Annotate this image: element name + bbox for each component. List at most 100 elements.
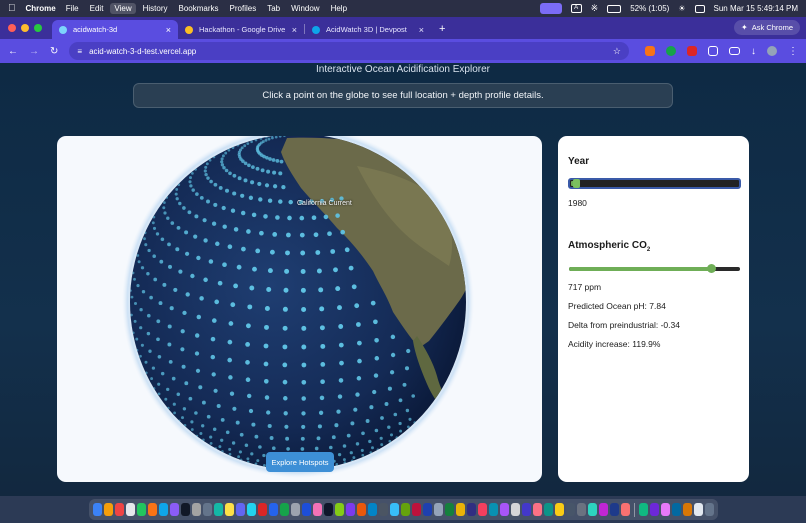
tab-google-drive[interactable]: Hackathon - Google Drive ×: [178, 20, 304, 39]
ocean-datapoint[interactable]: [258, 445, 262, 449]
dock-app-icon[interactable]: [312, 503, 322, 516]
ocean-datapoint[interactable]: [196, 255, 201, 261]
menu-history[interactable]: History: [143, 4, 168, 13]
ocean-datapoint[interactable]: [221, 154, 225, 158]
ocean-datapoint[interactable]: [206, 199, 210, 204]
dock-app-icon[interactable]: [235, 503, 245, 516]
apple-menu-icon[interactable]: : [8, 3, 16, 14]
menu-bookmarks[interactable]: Bookmarks: [179, 4, 219, 13]
ocean-datapoint[interactable]: [355, 442, 360, 446]
ocean-datapoint[interactable]: [398, 398, 403, 403]
ocean-datapoint[interactable]: [244, 443, 249, 448]
ocean-datapoint[interactable]: [195, 192, 199, 196]
ocean-datapoint[interactable]: [174, 192, 178, 196]
back-icon[interactable]: ←: [8, 46, 18, 57]
dock-app-icon[interactable]: [543, 503, 553, 516]
ocean-datapoint[interactable]: [300, 447, 305, 451]
ocean-datapoint[interactable]: [243, 161, 248, 166]
ocean-datapoint[interactable]: [337, 394, 343, 399]
ocean-datapoint[interactable]: [374, 337, 379, 343]
ocean-datapoint[interactable]: [204, 172, 208, 177]
dock-app-icon[interactable]: [422, 503, 432, 516]
ocean-datapoint[interactable]: [263, 361, 269, 367]
ocean-datapoint[interactable]: [173, 411, 176, 415]
ocean-datapoint[interactable]: [275, 159, 280, 163]
ocean-datapoint[interactable]: [194, 333, 200, 338]
ocean-datapoint[interactable]: [201, 400, 206, 405]
ocean-datapoint[interactable]: [208, 259, 214, 264]
ocean-datapoint[interactable]: [218, 445, 222, 449]
ocean-datapoint[interactable]: [222, 224, 227, 229]
ocean-datapoint[interactable]: [264, 306, 270, 311]
ocean-datapoint[interactable]: [162, 282, 167, 287]
explore-hotspots-button[interactable]: Explore Hotspots: [266, 452, 334, 472]
ocean-datapoint[interactable]: [284, 424, 289, 429]
ocean-datapoint[interactable]: [316, 268, 322, 274]
dock-app-icon[interactable]: [433, 503, 443, 516]
ocean-datapoint[interactable]: [139, 354, 142, 358]
ocean-datapoint[interactable]: [245, 342, 251, 347]
ocean-datapoint[interactable]: [166, 216, 170, 220]
ocean-datapoint[interactable]: [278, 171, 283, 176]
ocean-datapoint[interactable]: [133, 277, 136, 281]
ocean-datapoint[interactable]: [224, 151, 228, 155]
ocean-datapoint[interactable]: [230, 302, 236, 308]
ocean-datapoint[interactable]: [228, 447, 232, 451]
ocean-datapoint[interactable]: [158, 301, 163, 306]
zoom-window-button[interactable]: [34, 24, 42, 32]
ocean-datapoint[interactable]: [371, 446, 374, 450]
ocean-datapoint[interactable]: [300, 269, 306, 274]
bookmark-star-icon[interactable]: ☆: [613, 46, 621, 57]
ocean-datapoint[interactable]: [241, 246, 246, 252]
ocean-datapoint[interactable]: [212, 427, 217, 432]
menu-profiles[interactable]: Profiles: [230, 4, 257, 13]
dock-app-icon[interactable]: [400, 503, 410, 516]
forward-icon[interactable]: →: [29, 46, 39, 57]
ocean-datapoint[interactable]: [301, 424, 306, 429]
ocean-datapoint[interactable]: [267, 268, 273, 274]
ocean-datapoint[interactable]: [393, 412, 398, 417]
download-icon[interactable]: ↓: [751, 46, 756, 57]
extension-icon-2[interactable]: [666, 46, 676, 56]
ocean-datapoint[interactable]: [188, 396, 193, 401]
ocean-datapoint[interactable]: [232, 173, 237, 178]
ocean-datapoint[interactable]: [283, 396, 288, 401]
dock-app-icon[interactable]: [532, 503, 542, 516]
ocean-datapoint[interactable]: [249, 285, 255, 291]
dock-app-icon[interactable]: [92, 503, 102, 516]
dock-app-icon[interactable]: [587, 503, 597, 516]
ocean-datapoint[interactable]: [169, 306, 174, 311]
ocean-datapoint[interactable]: [370, 300, 376, 306]
ocean-datapoint[interactable]: [199, 432, 203, 435]
dock-app-icon[interactable]: [444, 503, 454, 516]
ocean-datapoint[interactable]: [209, 179, 213, 184]
menu-tab[interactable]: Tab: [267, 4, 280, 13]
ocean-datapoint[interactable]: [320, 343, 326, 349]
ocean-datapoint[interactable]: [172, 402, 176, 406]
ocean-datapoint[interactable]: [319, 395, 325, 401]
ocean-datapoint[interactable]: [157, 355, 162, 359]
ocean-datapoint[interactable]: [238, 450, 242, 454]
ocean-datapoint[interactable]: [221, 205, 226, 211]
ocean-datapoint[interactable]: [235, 420, 240, 425]
ocean-datapoint[interactable]: [155, 232, 160, 236]
tab-close-icon[interactable]: ×: [292, 25, 297, 35]
ocean-datapoint[interactable]: [181, 416, 184, 420]
ocean-datapoint[interactable]: [210, 336, 216, 342]
ocean-datapoint[interactable]: [196, 314, 202, 320]
ocean-datapoint[interactable]: [257, 181, 262, 186]
ocean-datapoint[interactable]: [337, 452, 342, 457]
ocean-datapoint[interactable]: [199, 296, 204, 301]
ocean-datapoint[interactable]: [374, 356, 380, 361]
ocean-datapoint[interactable]: [237, 455, 241, 459]
ocean-datapoint[interactable]: [285, 250, 290, 256]
dock-app-icon[interactable]: [521, 503, 531, 516]
dock-app-icon[interactable]: [378, 503, 388, 516]
ocean-datapoint[interactable]: [272, 184, 278, 189]
ocean-datapoint[interactable]: [191, 172, 194, 175]
ocean-datapoint[interactable]: [191, 188, 195, 192]
ask-chrome-button[interactable]: ✦ Ask Chrome: [734, 20, 800, 35]
ocean-datapoint[interactable]: [203, 238, 208, 243]
side-panel-icon[interactable]: [729, 47, 740, 55]
site-info-icon[interactable]: ≡: [77, 47, 82, 56]
